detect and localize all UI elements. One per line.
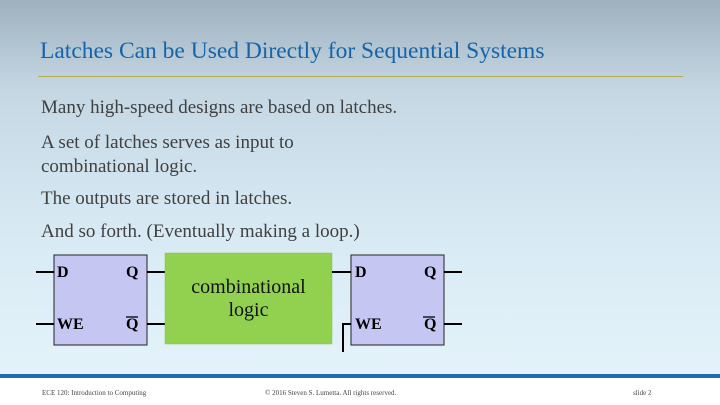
- wire-right-we-in: [342, 323, 351, 352]
- combinational-logic-label: combinational logic: [165, 276, 332, 322]
- latch-left-d-label: D: [57, 264, 69, 281]
- slide-title: Latches Can be Used Directly for Sequent…: [40, 38, 545, 64]
- latch-right-we-label: WE: [355, 316, 382, 333]
- footer-slide-number: slide 2: [633, 389, 652, 397]
- combinational-logic-line2: logic: [228, 299, 269, 321]
- latch-left-q-label: Q: [126, 264, 139, 281]
- bullet-text: Many high-speed designs are based on lat…: [41, 97, 398, 118]
- latch-diagram: [36, 252, 462, 352]
- footer-course: ECE 120: Introduction to Computing: [42, 389, 147, 397]
- footer-copyright: © 2016 Steven S. Lumetta. All rights res…: [265, 389, 397, 397]
- slide: Latches Can be Used Directly for Sequent…: [0, 0, 720, 405]
- latch-right-q-label: Q: [424, 264, 437, 281]
- latch-left-qbar-label: Q: [126, 316, 139, 333]
- combinational-logic-line1: combinational: [191, 276, 306, 298]
- bullet-text: A set of latches serves as input to comb…: [41, 132, 294, 177]
- latch-right-qbar-label: Q: [424, 316, 437, 333]
- bullet-text: The outputs are stored in latches.: [41, 188, 293, 209]
- title-underline: [38, 76, 683, 77]
- latch-right-d-label: D: [355, 264, 367, 281]
- latch-left-we-label: WE: [57, 316, 84, 333]
